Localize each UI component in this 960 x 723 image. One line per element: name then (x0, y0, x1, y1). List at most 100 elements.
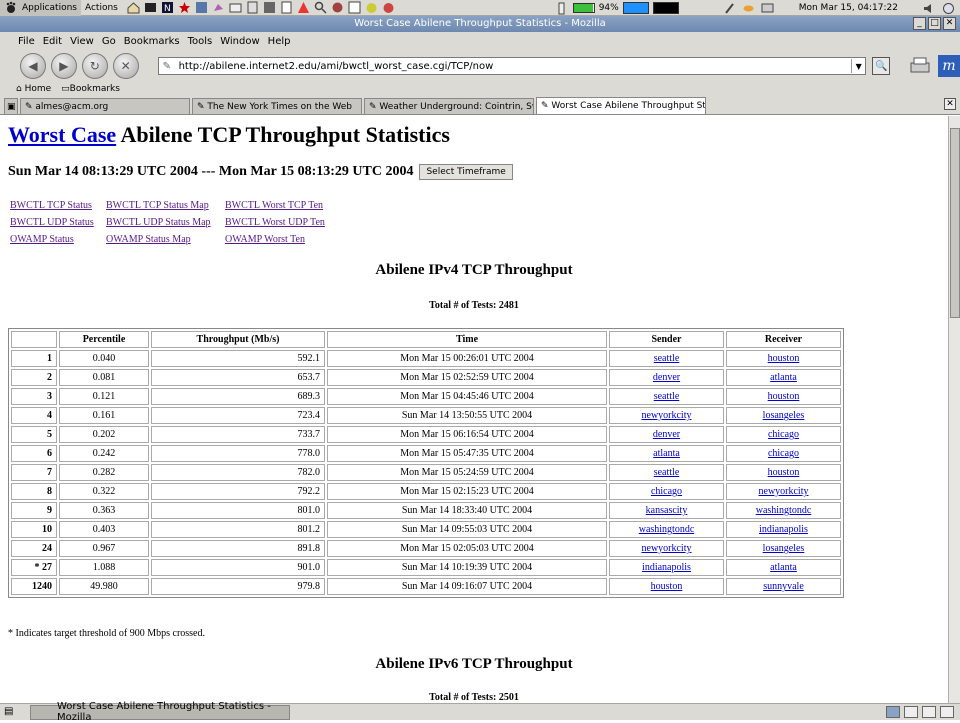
mozilla-launcher-icon[interactable] (195, 1, 208, 14)
tab-weather-underground[interactable]: ✎ Weather Underground: Cointrin, Swi... (364, 98, 534, 114)
home-launcher-icon[interactable] (127, 1, 140, 14)
tab-almes[interactable]: ✎ almes@acm.org (20, 98, 190, 114)
sender-link[interactable]: atlanta (653, 448, 680, 459)
receiver-link[interactable]: losangeles (763, 543, 805, 554)
select-timeframe-button[interactable]: Select Timeframe (419, 164, 513, 180)
tool-icon[interactable] (723, 2, 736, 15)
monitor-icon[interactable] (761, 2, 774, 15)
workspace-3[interactable] (922, 706, 936, 718)
bwctl-worst-udp-ten-link[interactable]: BWCTL Worst UDP Ten (225, 217, 325, 228)
workspace-4[interactable] (940, 706, 954, 718)
workspace-2[interactable] (904, 706, 918, 718)
page-proxy-icon[interactable]: ✎ (163, 61, 175, 72)
search-launcher-icon[interactable] (314, 1, 327, 14)
calc-launcher-icon[interactable] (246, 1, 259, 14)
receiver-link[interactable]: indianapolis (759, 524, 808, 535)
owamp-worst-ten-link[interactable]: OWAMP Worst Ten (225, 234, 305, 245)
receiver-link[interactable]: losangeles (763, 410, 805, 421)
document-launcher-icon[interactable] (280, 1, 293, 14)
url-input[interactable] (178, 60, 852, 72)
apple-launcher-icon[interactable] (365, 1, 378, 14)
back-button[interactable]: ◀ (20, 53, 46, 79)
menu-edit[interactable]: Edit (39, 36, 66, 47)
notes-launcher-icon[interactable] (348, 1, 361, 14)
menu-bookmarks[interactable]: Bookmarks (120, 36, 184, 47)
bwctl-worst-tcp-ten-link[interactable]: BWCTL Worst TCP Ten (225, 200, 323, 211)
print-button[interactable] (908, 56, 932, 76)
tab-nytimes[interactable]: ✎ The New York Times on the Web (192, 98, 362, 114)
sender-link[interactable]: washingtondc (639, 524, 695, 535)
sender-link[interactable]: seattle (654, 391, 680, 402)
workspace-1[interactable] (886, 706, 900, 718)
menu-file[interactable]: File (14, 36, 39, 47)
scrollbar-thumb[interactable] (950, 128, 960, 318)
nedit-launcher-icon[interactable]: N (161, 1, 174, 14)
receiver-link[interactable]: houston (768, 467, 800, 478)
vertical-scrollbar[interactable] (948, 116, 960, 703)
help-icon[interactable] (942, 2, 955, 15)
menu-view[interactable]: View (66, 36, 98, 47)
fish-icon[interactable] (742, 2, 755, 15)
warning-launcher-icon[interactable] (297, 1, 310, 14)
minimize-button[interactable]: _ (913, 17, 926, 30)
bwctl-tcp-status-link[interactable]: BWCTL TCP Status (10, 200, 92, 211)
home-bookmark[interactable]: ⌂ Home (16, 84, 51, 94)
owamp-status-link[interactable]: OWAMP Status (10, 234, 74, 245)
sender-link[interactable]: chicago (651, 486, 682, 497)
volume-icon[interactable] (923, 2, 936, 15)
window-title-bar[interactable]: Worst Case Abilene Throughput Statistics… (0, 16, 960, 32)
receiver-link[interactable]: sunnyvale (763, 581, 804, 592)
owamp-status-map-link[interactable]: OWAMP Status Map (106, 234, 191, 245)
forward-button[interactable]: ▶ (50, 53, 77, 79)
receiver-link[interactable]: newyorkcity (759, 486, 809, 497)
bird-launcher-icon[interactable] (212, 1, 225, 14)
receiver-link[interactable]: chicago (768, 429, 799, 440)
url-dropdown-button[interactable]: ▼ (851, 59, 865, 73)
menu-go[interactable]: Go (98, 36, 120, 47)
sender-link[interactable]: seattle (654, 467, 680, 478)
stop-button[interactable]: ✕ (112, 53, 139, 79)
menu-tools[interactable]: Tools (184, 36, 217, 47)
menu-help[interactable]: Help (264, 36, 295, 47)
bwctl-udp-status-link[interactable]: BWCTL UDP Status (10, 217, 94, 228)
search-go-button[interactable]: 🔍 (872, 57, 891, 75)
actions-menu[interactable]: Actions (81, 0, 122, 16)
sender-link[interactable]: newyorkcity (642, 543, 692, 554)
sender-link[interactable]: kansascity (646, 505, 688, 516)
flower-launcher-icon[interactable] (331, 1, 344, 14)
tab-worst-case[interactable]: ✎ Worst Case Abilene Throughput St... (536, 97, 706, 114)
bwctl-udp-status-map-link[interactable]: BWCTL UDP Status Map (106, 217, 211, 228)
url-bar[interactable]: ✎ ▼ (157, 57, 867, 75)
applications-menu[interactable]: Applications (0, 0, 81, 16)
terminal-launcher-icon[interactable] (144, 1, 157, 14)
sender-link[interactable]: denver (653, 429, 680, 440)
tab-site-icon-spacer[interactable]: ▣ (4, 98, 18, 114)
maximize-button[interactable]: □ (928, 17, 941, 30)
menu-window[interactable]: Window (216, 36, 263, 47)
close-tab-button[interactable]: ✕ (944, 98, 956, 110)
panel-clock[interactable]: Mon Mar 15, 04:17:22 (799, 3, 898, 13)
mail-launcher-icon[interactable] (229, 1, 242, 14)
sender-link[interactable]: seattle (654, 353, 680, 364)
mozilla-throbber-icon[interactable]: m (938, 55, 960, 77)
bwctl-tcp-status-map-link[interactable]: BWCTL TCP Status Map (106, 200, 209, 211)
worst-case-link[interactable]: Worst Case (8, 122, 116, 147)
sender-link[interactable]: houston (651, 581, 683, 592)
bookmarks-folder[interactable]: ▭Bookmarks (61, 84, 120, 94)
reload-button[interactable]: ↻ (81, 53, 108, 79)
gnome-launcher-icon[interactable] (382, 1, 395, 14)
sender-link[interactable]: denver (653, 372, 680, 383)
receiver-link[interactable]: washingtondc (756, 505, 812, 516)
sender-link[interactable]: indianapolis (642, 562, 691, 573)
receiver-link[interactable]: houston (768, 391, 800, 402)
receiver-link[interactable]: atlanta (770, 562, 797, 573)
receiver-link[interactable]: chicago (768, 448, 799, 459)
sender-link[interactable]: newyorkcity (642, 410, 692, 421)
gimp-launcher-icon[interactable] (263, 1, 276, 14)
star-launcher-icon[interactable] (178, 1, 191, 14)
receiver-link[interactable]: houston (768, 353, 800, 364)
show-desktop-icon[interactable]: ▤ (4, 706, 13, 717)
taskbar-window-button[interactable]: Worst Case Abilene Throughput Statistics… (30, 701, 290, 723)
window-close-button[interactable]: ✕ (943, 17, 956, 30)
receiver-link[interactable]: atlanta (770, 372, 797, 383)
